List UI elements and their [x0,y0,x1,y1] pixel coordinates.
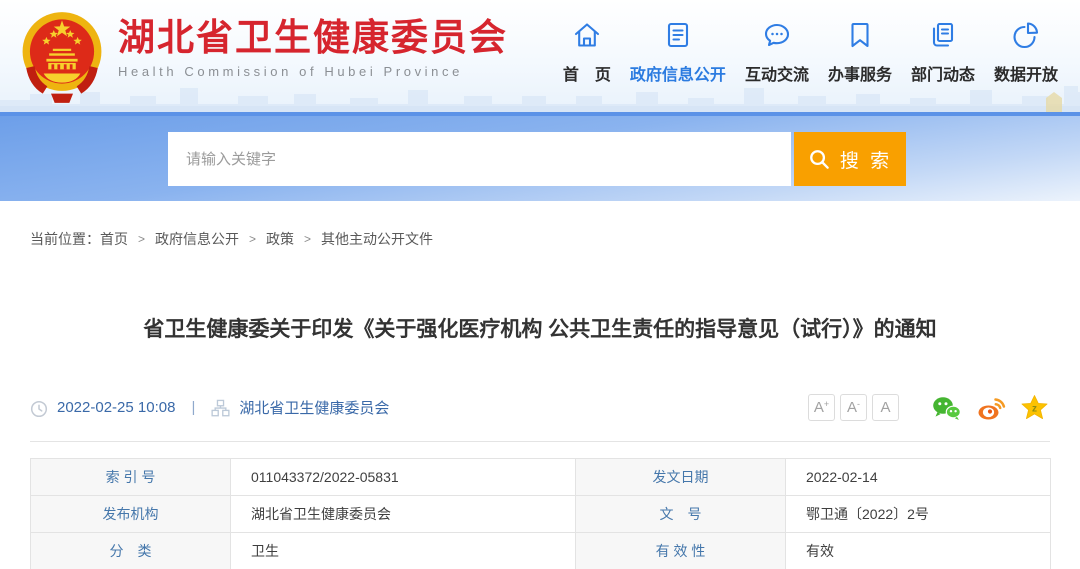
font-button-label: A [813,399,824,416]
article-meta-row: 2022-02-25 10:08 | 湖北省卫生健康委员会 A + A- A z [30,393,1050,422]
search-input[interactable] [168,132,791,186]
table-row: 分 类 卫生 有 效 性 有效 [30,532,1051,569]
nav-label: 政府信息公开 [629,67,726,84]
breadcrumb-item-current: 其他主动公开文件 [321,231,434,247]
search-bar: 搜 索 [168,132,906,186]
article-tools: A + A- A z [803,392,1050,423]
nav-label: 部门动态 [910,67,975,84]
breadcrumb-separator: > [304,232,312,246]
font-reset-button[interactable]: A [872,394,899,421]
font-button-label: A [846,399,857,416]
national-emblem-logo [22,12,102,103]
top-navigation: 首 页 政府信息公开 互动交流 办事服务 部门动态 数据开放 [563,20,1058,85]
nav-label: 互动交流 [744,67,809,84]
site-subtitle: Health Commission of Hubei Province [118,64,463,80]
nav-label: 办事服务 [827,67,892,84]
wechat-share-button[interactable] [931,392,962,423]
search-button[interactable]: 搜 索 [794,132,906,186]
field-value-document-number: 鄂卫通〔2022〕2号 [785,495,1051,533]
qzone-share-button[interactable]: z [1019,392,1050,423]
breadcrumb-item-policy[interactable]: 政策 [266,229,294,249]
section-divider [30,441,1050,442]
font-button-mod: - [857,398,860,409]
pages-icon [932,22,954,47]
site-title: 湖北省卫生健康委员会 [118,17,508,58]
search-button-label: 搜 索 [839,150,893,172]
field-value-issuing-agency: 湖北省卫生健康委员会 [230,495,576,533]
field-label-issuing-agency: 发布机构 [30,495,231,533]
breadcrumb-separator: > [138,232,146,246]
page: 湖北省卫生健康委员会 Health Commission of Hubei Pr… [0,0,1080,569]
breadcrumb-label: 当前位置： [30,231,100,247]
qzone-star-icon: z [1021,394,1048,419]
field-value-validity: 有效 [785,532,1051,569]
nav-label: 数据开放 [993,67,1058,84]
breadcrumb-item-home[interactable]: 首页 [100,229,128,249]
publish-time: 2022-02-25 10:08 [57,399,176,416]
font-decrease-button[interactable]: A- [840,394,867,421]
table-row: 索 引 号 011043372/2022-05831 发文日期 2022-02-… [30,458,1051,496]
font-increase-button[interactable]: A + [808,394,835,421]
field-value-index-number: 011043372/2022-05831 [230,458,576,496]
weibo-icon [978,397,1005,419]
nav-item-government-info[interactable]: 政府信息公开 [630,20,726,85]
search-icon [809,149,829,169]
font-button-mod: + [823,398,830,409]
table-row: 发布机构 湖北省卫生健康委员会 文 号 鄂卫通〔2022〕2号 [30,495,1051,533]
nav-item-services[interactable]: 办事服务 [828,20,892,85]
field-label-document-number: 文 号 [575,495,786,533]
site-identity: 湖北省卫生健康委员会 Health Commission of Hubei Pr… [118,16,508,79]
breadcrumb: 当前位置： 首页 > 政府信息公开 > 政策 > 其他主动公开文件 [30,229,1050,249]
article-title: 省卫生健康委关于印发《关于强化医疗机构 公共卫生责任的指导意见（试行）》的通知 [143,318,937,341]
breadcrumb-separator: > [249,232,257,246]
site-header: 湖北省卫生健康委员会 Health Commission of Hubei Pr… [0,0,1080,112]
nav-item-open-data[interactable]: 数据开放 [994,20,1058,85]
document-info-table: 索 引 号 011043372/2022-05831 发文日期 2022-02-… [30,458,1051,569]
font-button-label: A [880,399,891,416]
field-label-issue-date: 发文日期 [575,458,786,496]
field-label-index-number: 索 引 号 [30,458,231,496]
field-label-validity: 有 效 性 [575,532,786,569]
wechat-icon [933,396,961,420]
home-icon [574,23,599,47]
pie-chart-icon [1013,22,1039,49]
article-meta: 2022-02-25 10:08 | 湖北省卫生健康委员会 [30,397,389,418]
breadcrumb-item-government-info[interactable]: 政府信息公开 [155,229,239,249]
svg-text:z: z [1032,403,1037,414]
field-label-category: 分 类 [30,532,231,569]
nav-label: 首 页 [562,67,611,84]
nav-item-home[interactable]: 首 页 [563,20,611,85]
field-value-category: 卫生 [230,532,576,569]
search-banner: 搜 索 [0,112,1080,201]
chat-bubble-icon [764,23,789,47]
nav-item-department-news[interactable]: 部门动态 [911,20,975,85]
clock-icon [30,400,48,417]
document-icon [667,22,688,48]
source-org-icon [211,399,230,417]
source-name[interactable]: 湖北省卫生健康委员会 [239,397,389,418]
bookmark-icon [851,22,869,48]
nav-item-interaction[interactable]: 互动交流 [745,20,809,85]
weibo-share-button[interactable] [975,392,1006,423]
field-value-issue-date: 2022-02-14 [785,458,1051,496]
meta-divider: | [191,399,196,416]
